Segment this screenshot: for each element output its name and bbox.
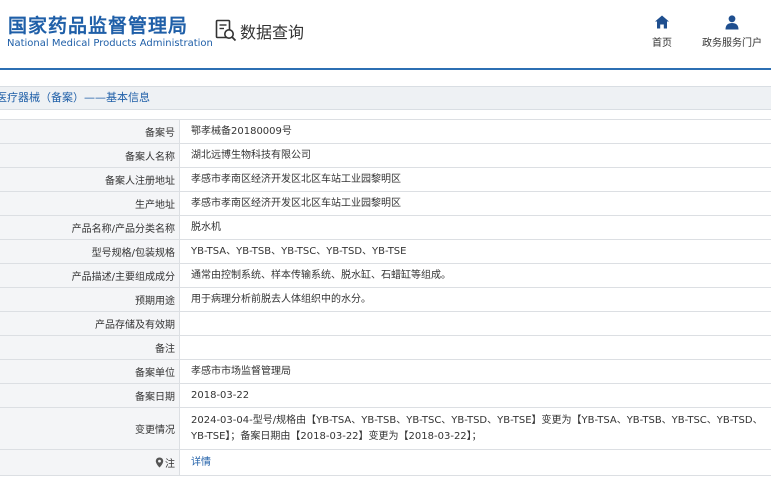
row-value: 2018-03-22 — [191, 389, 250, 401]
pin-icon — [155, 457, 164, 468]
search-document-icon — [215, 19, 237, 42]
table-row: 生产地址 孝感市孝南区经济开发区北区车站工业园黎明区 — [0, 192, 771, 216]
row-value: 用于病理分析前脱去人体组织中的水分。 — [191, 293, 371, 305]
data-query-label: 数据查询 — [240, 23, 305, 42]
row-label: 产品描述/主要组成成分 — [0, 264, 180, 287]
row-value: 鄂孝械备20180009号 — [191, 125, 292, 137]
row-value: 孝感市市场监督管理局 — [191, 365, 291, 377]
nav-service-portal[interactable]: 政务服务门户 — [697, 14, 767, 49]
details-link[interactable]: 详情 — [191, 455, 211, 471]
row-label: 备案号 — [0, 120, 180, 143]
row-value: 孝感市孝南区经济开发区北区车站工业园黎明区 — [191, 197, 401, 209]
row-label: 产品名称/产品分类名称 — [0, 216, 180, 239]
row-label: 产品存储及有效期 — [0, 312, 180, 335]
table-row: 变更情况 2024-03-04-型号/规格由【YB-TSA、YB-TSB、YB-… — [0, 408, 771, 450]
nav-service-label: 政务服务门户 — [702, 38, 762, 49]
row-label: 备案人注册地址 — [0, 168, 180, 191]
home-icon — [655, 15, 669, 29]
nav-home-label: 首页 — [652, 38, 672, 49]
user-icon — [725, 15, 739, 30]
site-header: 国家药品监督管理局 National Medical Products Admi… — [0, 0, 771, 70]
table-row: 备案日期 2018-03-22 — [0, 384, 771, 408]
row-value — [180, 312, 771, 335]
row-value: 脱水机 — [191, 221, 221, 233]
data-query-title: 数据查询 — [215, 18, 304, 44]
row-value — [180, 336, 771, 359]
site-logo-cn[interactable]: 国家药品监督管理局 — [8, 11, 188, 38]
row-label: 备案单位 — [0, 360, 180, 383]
table-row: 产品存储及有效期 — [0, 312, 771, 336]
table-row: 备案人名称 湖北远博生物科技有限公司 — [0, 144, 771, 168]
table-row: 备注 — [0, 336, 771, 360]
row-label-note: 注 — [0, 450, 180, 475]
row-label: 变更情况 — [0, 408, 180, 449]
row-label: 备注 — [0, 336, 180, 359]
table-row: 注 详情 — [0, 450, 771, 476]
table-row: 备案人注册地址 孝感市孝南区经济开发区北区车站工业园黎明区 — [0, 168, 771, 192]
row-label: 备案人名称 — [0, 144, 180, 167]
section-title-text: 医疗器械（备案）——基本信息 — [0, 91, 150, 104]
site-logo-en[interactable]: National Medical Products Administration — [7, 38, 213, 49]
table-row: 预期用途 用于病理分析前脱去人体组织中的水分。 — [0, 288, 771, 312]
table-row: 备案单位 孝感市市场监督管理局 — [0, 360, 771, 384]
row-value: YB-TSA、YB-TSB、YB-TSC、YB-TSD、YB-TSE — [191, 245, 407, 257]
row-label: 预期用途 — [0, 288, 180, 311]
table-row: 型号规格/包装规格 YB-TSA、YB-TSB、YB-TSC、YB-TSD、YB… — [0, 240, 771, 264]
table-row: 产品描述/主要组成成分 通常由控制系统、样本传输系统、脱水缸、石蜡缸等组成。 — [0, 264, 771, 288]
row-label-text: 注 — [165, 459, 175, 470]
detail-table: 备案号 鄂孝械备20180009号 备案人名称 湖北远博生物科技有限公司 备案人… — [0, 119, 771, 476]
row-label: 备案日期 — [0, 384, 180, 407]
row-label: 型号规格/包装规格 — [0, 240, 180, 263]
row-value: 通常由控制系统、样本传输系统、脱水缸、石蜡缸等组成。 — [191, 269, 451, 281]
row-label: 生产地址 — [0, 192, 180, 215]
row-value: 2024-03-04-型号/规格由【YB-TSA、YB-TSB、YB-TSC、Y… — [191, 414, 763, 442]
table-row: 产品名称/产品分类名称 脱水机 — [0, 216, 771, 240]
nav-home[interactable]: 首页 — [627, 14, 697, 49]
row-value: 湖北远博生物科技有限公司 — [191, 149, 311, 161]
row-value: 详情 — [180, 450, 771, 475]
section-title: 医疗器械（备案）——基本信息 — [0, 86, 771, 110]
table-row: 备案号 鄂孝械备20180009号 — [0, 120, 771, 144]
row-value: 孝感市孝南区经济开发区北区车站工业园黎明区 — [191, 173, 401, 185]
